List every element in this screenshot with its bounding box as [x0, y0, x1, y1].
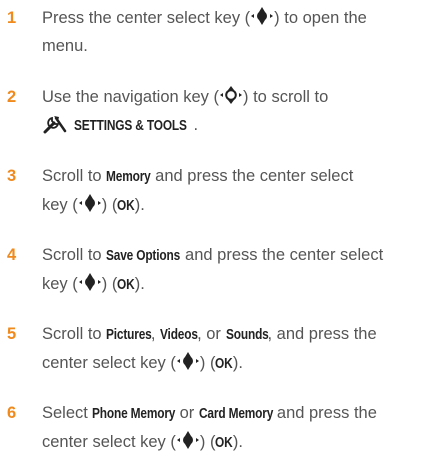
step-text: Scroll to Memory and press the center se…: [42, 162, 430, 220]
step-text: Scroll to Pictures, Videos, or Sounds, a…: [42, 320, 430, 378]
menu-item-save-options: Save Options: [106, 248, 181, 264]
center-select-key-icon: [176, 351, 200, 371]
step-number: 3: [7, 167, 17, 185]
step-text: Select Phone Memory or Card Memory and p…: [42, 399, 430, 457]
menu-item-memory: Memory: [106, 169, 151, 185]
step-number: 6: [7, 404, 17, 422]
ok-label: OK: [117, 277, 135, 293]
step-number: 2: [7, 88, 17, 106]
step-text: Press the center select key () to open t…: [42, 4, 430, 60]
menu-item-card-memory: Card Memory: [198, 406, 274, 422]
center-select-key-icon: [78, 272, 102, 292]
ok-label: OK: [117, 198, 135, 214]
center-select-key-icon: [250, 6, 274, 26]
menu-item-sounds: Sounds: [225, 327, 269, 343]
navigation-key-icon: [219, 85, 243, 105]
menu-item-pictures: Pictures: [106, 327, 152, 343]
settings-tools-icon: [43, 116, 67, 134]
step-number: 5: [7, 325, 17, 343]
ok-label: OK: [215, 356, 233, 372]
step-text: Scroll to Save Options and press the cen…: [42, 241, 430, 299]
step-number: 4: [7, 246, 17, 264]
ok-label: OK: [215, 435, 233, 451]
center-select-key-icon: [78, 193, 102, 213]
center-select-key-icon: [176, 430, 200, 450]
step-text: Use the navigation key () to scroll to S…: [42, 83, 430, 140]
menu-item-phone-memory: Phone Memory: [92, 406, 176, 422]
step-number: 1: [7, 9, 17, 27]
menu-item-videos: Videos: [159, 327, 198, 343]
settings-tools-label: SETTINGS & TOOLS: [74, 118, 187, 134]
